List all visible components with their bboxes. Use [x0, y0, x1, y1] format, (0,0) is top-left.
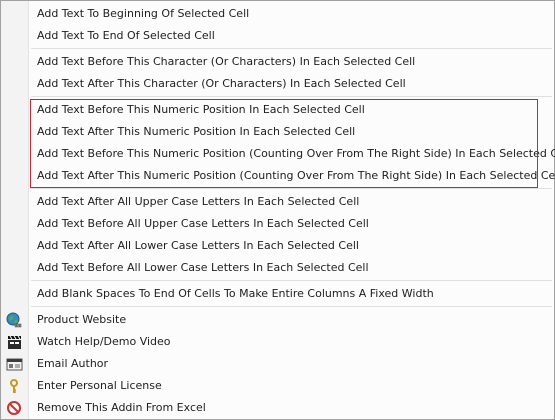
prohibited-icon — [6, 400, 23, 416]
menu-item-label: Watch Help/Demo Video — [37, 335, 171, 348]
menu-item-enter-license[interactable]: Enter Personal License — [1, 375, 554, 397]
menu-item-add-text-after-numeric-position-right[interactable]: Add Text After This Numeric Position (Co… — [1, 165, 555, 187]
menu-item-email-author[interactable]: Email Author — [1, 353, 554, 375]
menu-item-watch-video[interactable]: Watch Help/Demo Video — [1, 331, 554, 353]
menu-item-label: Add Text To Beginning Of Selected Cell — [37, 7, 250, 20]
menu-item-label: Add Blank Spaces To End Of Cells To Make… — [37, 287, 434, 300]
menu-item-label: Add Text After This Character (Or Charac… — [37, 77, 406, 90]
menu-item-label: Add Text To End Of Selected Cell — [37, 29, 215, 42]
menu-item-label: Add Text Before This Character (Or Chara… — [37, 55, 416, 68]
menu-item-label: Product Website — [37, 313, 127, 326]
menu-item-label: Add Text After All Lower Case Letters In… — [37, 239, 359, 252]
menu-item-add-blank-spaces[interactable]: Add Blank Spaces To End Of Cells To Make… — [1, 283, 554, 305]
menu-item-add-text-before-upper-case[interactable]: Add Text Before All Upper Case Letters I… — [1, 213, 554, 235]
menu-item-label: Add Text Before This Numeric Position In… — [37, 103, 365, 116]
menu-item-add-text-end[interactable]: Add Text To End Of Selected Cell — [1, 25, 554, 47]
menu-item-label: Add Text Before All Upper Case Letters I… — [37, 217, 369, 230]
email-card-icon — [6, 356, 23, 372]
menu-item-label: Email Author — [37, 357, 109, 370]
menu-item-label: Enter Personal License — [37, 379, 162, 392]
menu-separator — [31, 48, 552, 49]
menu-item-label: Add Text After This Numeric Position In … — [37, 125, 356, 138]
menu-separator — [31, 306, 552, 307]
menu-item-add-text-beginning[interactable]: Add Text To Beginning Of Selected Cell — [1, 3, 554, 25]
menu-separator — [31, 96, 552, 97]
context-menu: Add Text To Beginning Of Selected Cell A… — [0, 0, 555, 420]
menu-item-add-text-after-upper-case[interactable]: Add Text After All Upper Case Letters In… — [1, 191, 554, 213]
menu-item-remove-addin[interactable]: Remove This Addin From Excel — [1, 397, 554, 419]
menu-separator — [31, 188, 552, 189]
menu-item-product-website[interactable]: Product Website — [1, 309, 554, 331]
clapperboard-icon — [6, 334, 23, 350]
menu-item-label: Add Text Before All Lower Case Letters I… — [37, 261, 369, 274]
menu-item-add-text-after-character[interactable]: Add Text After This Character (Or Charac… — [1, 73, 554, 95]
globe-icon — [6, 312, 23, 328]
menu-item-label: Add Text After This Numeric Position (Co… — [37, 169, 555, 182]
menu-item-add-text-after-numeric-position[interactable]: Add Text After This Numeric Position In … — [1, 121, 554, 143]
menu-separator — [31, 280, 552, 281]
menu-item-add-text-after-lower-case[interactable]: Add Text After All Lower Case Letters In… — [1, 235, 554, 257]
menu-item-label: Add Text After All Upper Case Letters In… — [37, 195, 360, 208]
menu-item-add-text-before-character[interactable]: Add Text Before This Character (Or Chara… — [1, 51, 554, 73]
menu-item-add-text-before-lower-case[interactable]: Add Text Before All Lower Case Letters I… — [1, 257, 554, 279]
key-icon — [6, 378, 23, 394]
menu-item-add-text-before-numeric-position-right[interactable]: Add Text Before This Numeric Position (C… — [1, 143, 555, 165]
menu-item-label: Remove This Addin From Excel — [37, 401, 206, 414]
menu-item-label: Add Text Before This Numeric Position (C… — [37, 147, 555, 160]
menu-item-add-text-before-numeric-position[interactable]: Add Text Before This Numeric Position In… — [1, 99, 554, 121]
